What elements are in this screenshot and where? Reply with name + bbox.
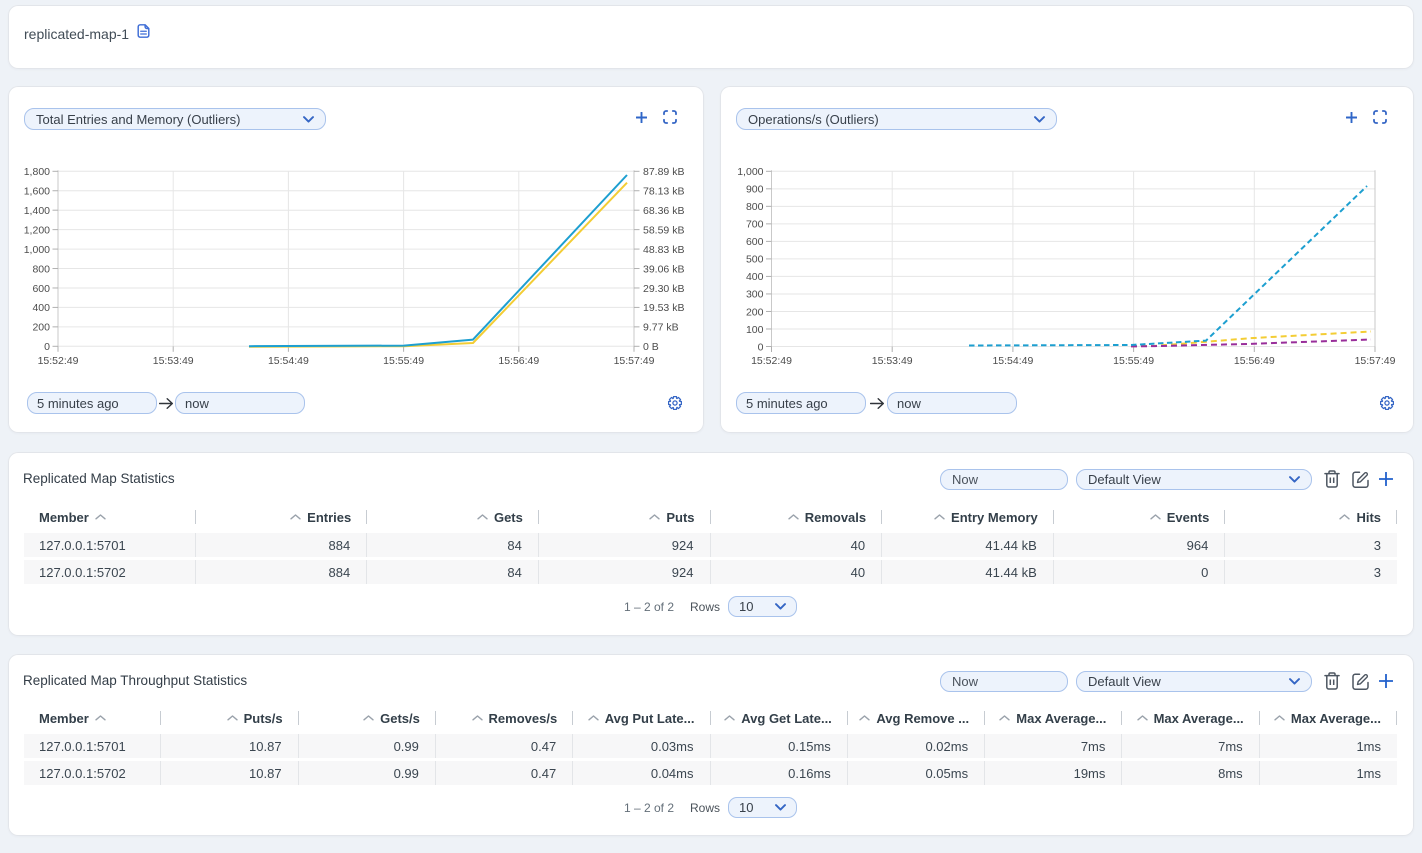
svg-text:19.53 kB: 19.53 kB: [643, 302, 684, 314]
svg-text:15:56:49: 15:56:49: [1234, 355, 1275, 367]
svg-text:87.89 kB: 87.89 kB: [643, 166, 684, 178]
svg-text:15:57:49: 15:57:49: [614, 355, 655, 367]
svg-text:15:52:49: 15:52:49: [751, 355, 792, 367]
svg-text:500: 500: [746, 254, 764, 266]
svg-text:15:54:49: 15:54:49: [268, 355, 309, 367]
svg-text:15:54:49: 15:54:49: [992, 355, 1033, 367]
svg-text:100: 100: [746, 324, 764, 336]
svg-text:0: 0: [44, 341, 50, 353]
svg-text:9.77 kB: 9.77 kB: [643, 322, 679, 334]
svg-text:58.59 kB: 58.59 kB: [643, 224, 684, 236]
svg-text:0: 0: [758, 341, 764, 353]
svg-text:300: 300: [746, 289, 764, 301]
svg-text:15:55:49: 15:55:49: [383, 355, 424, 367]
svg-text:15:53:49: 15:53:49: [872, 355, 913, 367]
svg-text:15:55:49: 15:55:49: [1113, 355, 1154, 367]
svg-text:78.13 kB: 78.13 kB: [643, 186, 684, 198]
svg-text:400: 400: [746, 271, 764, 283]
svg-text:68.36 kB: 68.36 kB: [643, 205, 684, 217]
svg-text:15:52:49: 15:52:49: [38, 355, 79, 367]
svg-text:600: 600: [746, 236, 764, 248]
svg-text:400: 400: [32, 302, 50, 314]
svg-text:900: 900: [746, 184, 764, 196]
svg-text:15:57:49: 15:57:49: [1355, 355, 1396, 367]
svg-text:15:56:49: 15:56:49: [498, 355, 539, 367]
svg-text:1,400: 1,400: [24, 205, 50, 217]
svg-text:1,200: 1,200: [24, 224, 50, 236]
svg-text:48.83 kB: 48.83 kB: [643, 244, 684, 256]
svg-text:800: 800: [32, 263, 50, 275]
svg-text:800: 800: [746, 201, 764, 213]
svg-text:39.06 kB: 39.06 kB: [643, 263, 684, 275]
svg-text:1,600: 1,600: [24, 186, 50, 198]
svg-text:1,800: 1,800: [24, 166, 50, 178]
svg-text:15:53:49: 15:53:49: [153, 355, 194, 367]
svg-text:600: 600: [32, 283, 50, 295]
svg-text:1,000: 1,000: [737, 166, 763, 178]
svg-text:1,000: 1,000: [24, 244, 50, 256]
svg-text:200: 200: [746, 306, 764, 318]
svg-text:700: 700: [746, 219, 764, 231]
svg-text:200: 200: [32, 322, 50, 334]
svg-text:29.30 kB: 29.30 kB: [643, 283, 684, 295]
svg-text:0 B: 0 B: [643, 341, 659, 353]
